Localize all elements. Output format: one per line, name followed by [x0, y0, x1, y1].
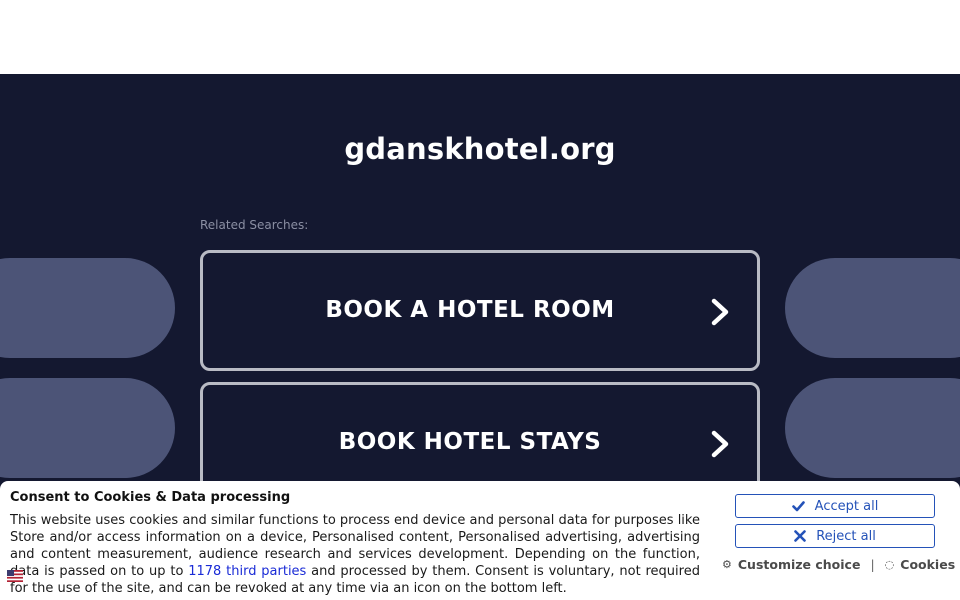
cookie-consent-banner: Consent to Cookies & Data processing Thi… [0, 481, 960, 600]
reject-all-label: Reject all [816, 528, 876, 544]
flag-icon[interactable] [7, 570, 23, 582]
chevron-right-icon [711, 430, 729, 458]
third-parties-link[interactable]: 1178 third parties [188, 564, 306, 579]
consent-links: ⚙ Customize choice | ◌ Cookies [722, 556, 956, 572]
search-button-book-hotel-room[interactable]: BOOK A HOTEL ROOM [200, 250, 760, 371]
chevron-right-icon [711, 298, 729, 326]
decorative-pill-left-2 [0, 378, 175, 478]
x-icon [794, 530, 806, 542]
top-blank-area [0, 0, 960, 74]
accept-all-label: Accept all [814, 498, 879, 514]
link-separator: | [870, 556, 875, 572]
customize-choice-label: Customize choice [737, 556, 861, 572]
search-button-label: BOOK A HOTEL ROOM [325, 297, 615, 323]
customize-choice-link[interactable]: ⚙ Customize choice [722, 557, 860, 572]
cookie-consent-title: Consent to Cookies & Data processing [10, 490, 291, 505]
cookies-label: Cookies [900, 556, 956, 572]
domain-title: gdanskhotel.org [344, 132, 616, 166]
check-icon [791, 500, 805, 511]
decorative-pill-right-1 [785, 258, 960, 358]
cookies-link[interactable]: ◌ Cookies [885, 557, 955, 572]
cookie-consent-text: This website uses cookies and similar fu… [10, 512, 700, 597]
gear-icon: ⚙ [722, 557, 732, 571]
decorative-pill-right-2 [785, 378, 960, 478]
decorative-pill-left-1 [0, 258, 175, 358]
reject-all-button[interactable]: Reject all [735, 524, 935, 548]
accept-all-button[interactable]: Accept all [735, 494, 935, 518]
cookie-icon: ◌ [884, 557, 895, 571]
related-searches-label: Related Searches: [200, 218, 309, 232]
